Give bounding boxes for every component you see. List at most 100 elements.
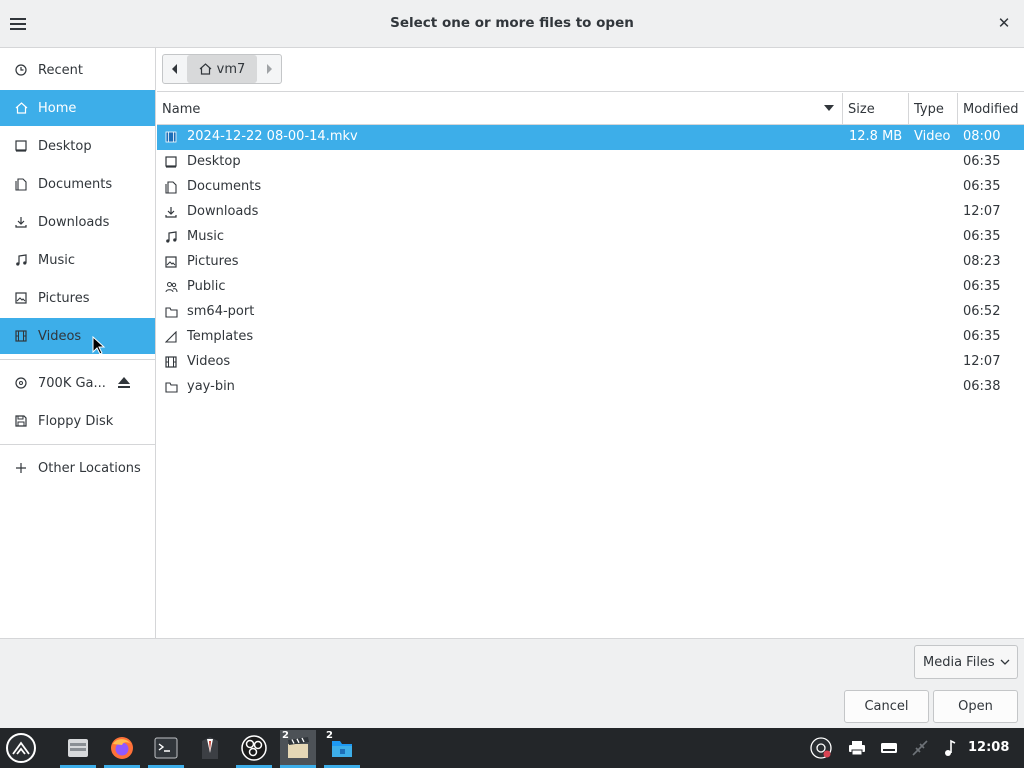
network-disconnected-icon[interactable] [908, 736, 932, 760]
table-row[interactable]: Pictures 08:23 [157, 250, 1024, 275]
file-modified: 08:00 [963, 129, 1001, 144]
sidebar-item-label: Desktop [38, 138, 92, 154]
table-row[interactable]: yay-bin 06:38 [157, 375, 1024, 400]
printer-icon[interactable] [845, 736, 869, 760]
file-modified: 06:38 [963, 379, 1001, 394]
sidebar-item-recent[interactable]: Recent [0, 52, 155, 88]
music-note-icon [14, 253, 28, 267]
sidebar-item-other-locations[interactable]: Other Locations [0, 450, 155, 486]
file-filter-select[interactable]: Media Files [914, 645, 1018, 679]
floppy-icon [14, 414, 28, 428]
file-name: Documents [187, 179, 262, 194]
sidebar-item-device[interactable]: 700K Ga... [0, 365, 155, 401]
window-count-badge: 2 [326, 730, 333, 741]
table-row[interactable]: Music 06:35 [157, 225, 1024, 250]
sidebar-item-floppy[interactable]: Floppy Disk [0, 403, 155, 439]
sidebar-item-music[interactable]: Music [0, 242, 155, 278]
suit-app-icon[interactable] [192, 730, 228, 766]
sidebar-item-pictures[interactable]: Pictures [0, 280, 155, 316]
table-row[interactable]: Templates 06:35 [157, 325, 1024, 350]
sidebar-separator [0, 359, 155, 360]
file-name: Pictures [187, 254, 239, 269]
column-header: Name Size Type Modified [157, 93, 1024, 125]
file-modified: 06:35 [963, 179, 1001, 194]
column-name[interactable]: Name [157, 93, 842, 125]
keyboard-icon[interactable] [877, 736, 901, 760]
table-row[interactable]: Videos 12:07 [157, 350, 1024, 375]
home-icon [14, 101, 28, 115]
sidebar-item-label: Recent [38, 62, 83, 78]
table-row[interactable]: 2024-12-22 08-00-14.mkv 12.8 MB Video 08… [157, 125, 1024, 150]
sidebar-item-label: Floppy Disk [38, 413, 114, 429]
file-modified: 06:35 [963, 229, 1001, 244]
file-name: Music [187, 229, 224, 244]
table-row[interactable]: sm64-port 06:52 [157, 300, 1024, 325]
file-name: Templates [187, 329, 254, 344]
film-icon [14, 329, 28, 343]
sort-down-icon [824, 105, 834, 111]
sidebar-item-label: Home [38, 100, 77, 116]
clapperboard-icon[interactable]: 2 [280, 730, 316, 768]
column-name-label: Name [162, 101, 201, 117]
column-size[interactable]: Size [842, 93, 908, 125]
cancel-button[interactable]: Cancel [844, 690, 929, 723]
sidebar-item-downloads[interactable]: Downloads [0, 204, 155, 240]
mouse-pointer-icon [92, 336, 106, 355]
column-type[interactable]: Type [908, 93, 957, 125]
dialog-title: Select one or more files to open [390, 15, 634, 31]
path-forward-button[interactable] [257, 55, 281, 83]
music-note-icon [164, 230, 178, 244]
close-icon[interactable]: ✕ [994, 13, 1014, 33]
taskbar: 2 2 12:08 [0, 728, 1024, 768]
eject-icon[interactable] [117, 375, 131, 389]
table-row[interactable]: Documents 06:35 [157, 175, 1024, 200]
sidebar-item-documents[interactable]: Documents [0, 166, 155, 202]
sidebar-item-home[interactable]: Home [0, 90, 155, 126]
disc-icon [14, 376, 28, 390]
obs-tray-icon[interactable] [809, 736, 833, 760]
firefox-icon[interactable] [104, 730, 140, 768]
obs-icon[interactable] [236, 730, 272, 768]
folder-icon [164, 305, 178, 319]
dialog-footer: Media Files Cancel Open [0, 638, 1024, 728]
file-modified: 12:07 [963, 204, 1001, 219]
file-filter-label: Media Files [923, 654, 995, 670]
column-modified[interactable]: Modified [957, 93, 1024, 125]
places-sidebar: Recent Home Desktop Documents Downloads … [0, 48, 156, 638]
download-icon [164, 205, 178, 219]
path-bar: vm7 [157, 48, 1024, 92]
sidebar-item-label: Music [38, 252, 75, 268]
image-icon [164, 255, 178, 269]
file-manager-icon[interactable] [60, 730, 96, 768]
file-name: Desktop [187, 154, 241, 169]
path-home-button[interactable]: vm7 [187, 55, 257, 83]
documents-icon [164, 180, 178, 194]
file-size: 12.8 MB [849, 129, 903, 144]
path-back-button[interactable] [163, 55, 187, 83]
open-button-label: Open [958, 699, 993, 714]
sidebar-item-videos[interactable]: Videos [0, 318, 155, 354]
table-row[interactable]: Public 06:35 [157, 275, 1024, 300]
terminal-icon[interactable] [148, 730, 184, 768]
clock[interactable]: 12:08 [968, 740, 1009, 755]
file-modified: 06:35 [963, 329, 1001, 344]
clock-icon [14, 63, 28, 77]
sidebar-item-desktop[interactable]: Desktop [0, 128, 155, 164]
column-modified-label: Modified [963, 101, 1019, 117]
table-row[interactable]: Desktop 06:35 [157, 150, 1024, 175]
column-type-label: Type [914, 101, 944, 117]
users-icon [164, 280, 178, 294]
open-button[interactable]: Open [933, 690, 1018, 723]
table-row[interactable]: Downloads 12:07 [157, 200, 1024, 225]
file-type: Video [914, 129, 951, 144]
folder-app-icon[interactable]: 2 [324, 730, 360, 768]
file-modified: 12:07 [963, 354, 1001, 369]
app-launcher-icon[interactable] [6, 733, 36, 763]
file-modified: 06:52 [963, 304, 1001, 319]
dialog-header: Select one or more files to open ✕ [0, 0, 1024, 48]
template-icon [164, 330, 178, 344]
path-home-label: vm7 [216, 61, 246, 77]
window-count-badge: 2 [282, 730, 289, 741]
film-icon [164, 355, 178, 369]
music-note-icon[interactable] [938, 736, 962, 760]
